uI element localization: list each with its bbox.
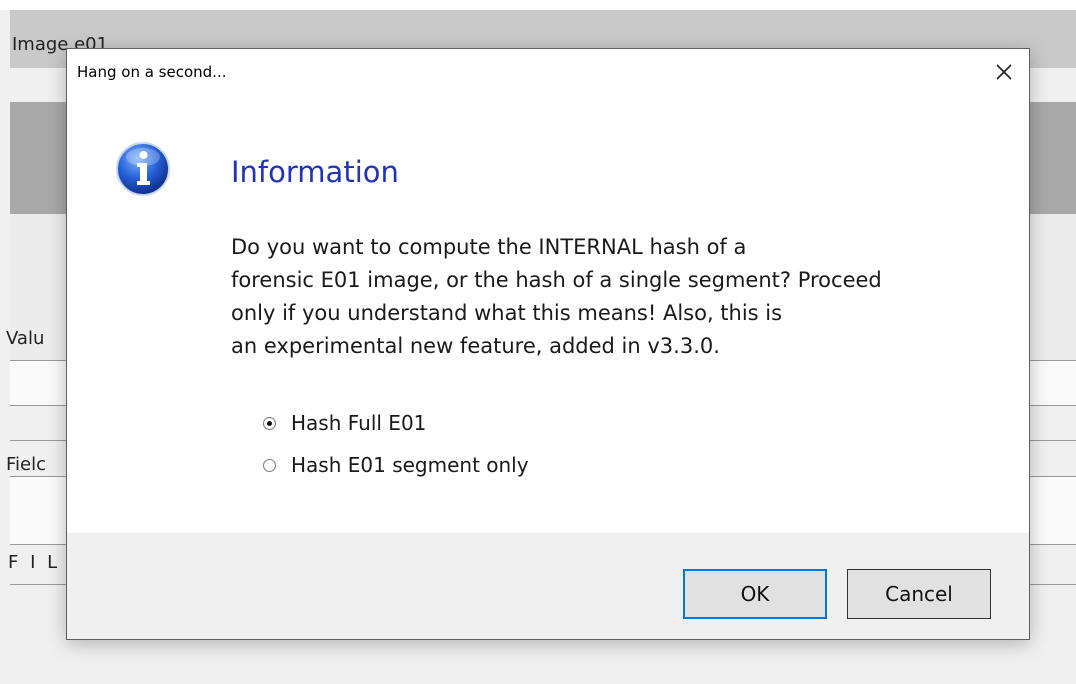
radio-hash-full[interactable]: Hash Full E01: [263, 411, 426, 435]
dialog-title: Hang on a second...: [77, 63, 227, 81]
radio-button[interactable]: [263, 458, 276, 472]
close-icon[interactable]: [991, 59, 1017, 85]
message-line: forensic E01 image, or the hash of a sin…: [231, 268, 882, 292]
dialog-heading: Information: [231, 155, 399, 189]
message-line: Do you want to compute the INTERNAL hash…: [231, 235, 747, 259]
message-line: an experimental new feature, added in v3…: [231, 334, 720, 358]
ok-button[interactable]: OK: [683, 569, 827, 619]
dialog-footer: OK Cancel: [67, 533, 1029, 639]
cancel-button[interactable]: Cancel: [847, 569, 991, 619]
background-label-value: Valu: [6, 328, 45, 349]
radio-button-checked[interactable]: [263, 416, 276, 430]
top-strip: [0, 0, 1076, 10]
radio-label: Hash Full E01: [291, 411, 427, 435]
background-label-file: F I L: [8, 552, 61, 573]
information-dialog: Hang on a second... Information Do you w…: [66, 48, 1030, 640]
dialog-message: Do you want to compute the INTERNAL hash…: [231, 231, 882, 363]
info-icon: [115, 141, 171, 197]
background-label-field: Fielc: [6, 454, 47, 475]
message-line: only if you understand what this means! …: [231, 301, 783, 325]
radio-label: Hash E01 segment only: [291, 453, 529, 477]
radio-hash-segment[interactable]: Hash E01 segment only: [263, 453, 529, 477]
